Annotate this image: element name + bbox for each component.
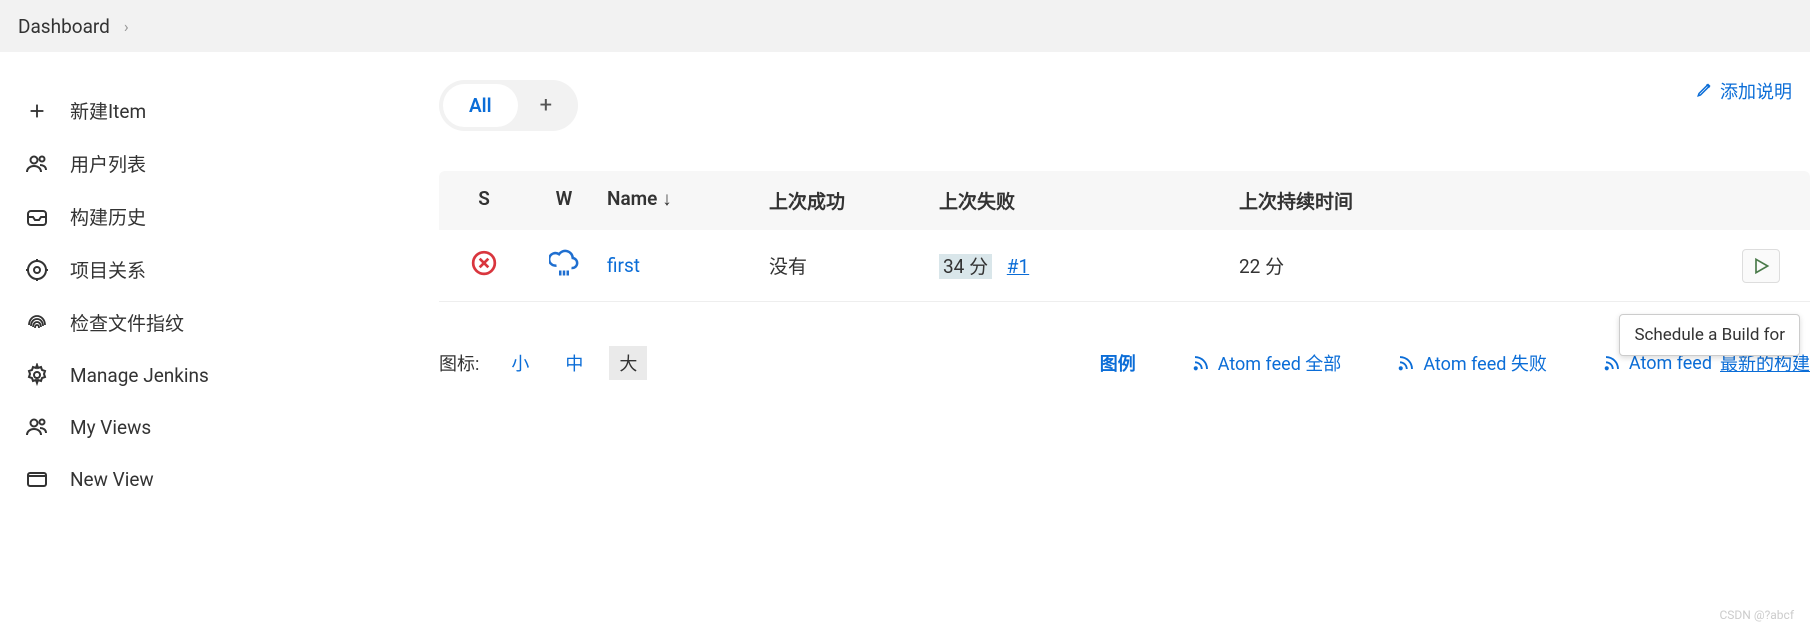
rss-icon [1603,354,1621,372]
add-description-link[interactable]: 添加说明 [1696,78,1792,104]
failed-icon [471,258,497,281]
watermark: CSDN @?abcf [1719,608,1794,622]
fingerprint-icon [24,310,50,336]
sidebar-item-history[interactable]: 构建历史 [0,190,415,243]
sidebar: 新建Item 用户列表 构建历史 项目关系 检查文件指纹 Manage Jenk… [0,52,415,632]
th-status[interactable]: S [439,187,529,214]
job-link[interactable]: first [607,254,640,277]
sidebar-item-new[interactable]: 新建Item [0,84,415,137]
folder-icon [24,466,50,492]
sidebar-item-people[interactable]: 用户列表 [0,137,415,190]
th-last-duration[interactable]: 上次持续时间 [1239,187,1479,214]
rain-icon [549,260,579,283]
sidebar-item-fingerprint[interactable]: 检查文件指纹 [0,296,415,349]
legend-link[interactable]: 图例 [1100,350,1136,376]
target-icon [24,257,50,283]
th-name[interactable]: Name ↓ [599,187,769,214]
tooltip: Schedule a Build for [1619,314,1800,356]
breadcrumb[interactable]: Dashboard › [0,0,1810,52]
inbox-icon [24,204,50,230]
size-medium[interactable]: 中 [555,346,593,380]
atom-feed-all[interactable]: Atom feed 全部 [1192,350,1342,376]
last-duration-cell: 22 分 [1239,252,1479,279]
sidebar-item-label: 新建Item [70,97,146,124]
sidebar-item-label: New View [70,468,154,491]
th-weather[interactable]: W [529,187,599,214]
people-icon [24,414,50,440]
rss-icon [1192,354,1210,372]
chevron-right-icon: › [124,17,129,36]
sidebar-item-label: 用户列表 [70,150,146,177]
size-large[interactable]: 大 [609,346,647,380]
sidebar-item-label: 构建历史 [70,203,146,230]
weather-cell [529,248,599,283]
pencil-icon [1696,80,1714,103]
footer-row: 图标: 小 中 大 图例 Atom feed 全部 Atom feed 失败 A… [439,346,1810,380]
actions-cell [1479,249,1810,283]
th-last-success[interactable]: 上次成功 [769,187,939,214]
last-success-cell: 没有 [769,252,939,279]
add-description-label: 添加说明 [1720,78,1792,104]
sidebar-item-label: Manage Jenkins [70,364,209,387]
breadcrumb-title[interactable]: Dashboard [18,15,110,38]
failure-time: 34 分 [939,254,992,279]
jobs-table: S W Name ↓ 上次成功 上次失败 上次持续时间 first 没有 34 … [439,171,1810,302]
gear-icon [24,362,50,388]
tab-add[interactable]: + [518,85,574,126]
sidebar-item-relationship[interactable]: 项目关系 [0,243,415,296]
tab-all[interactable]: All [443,84,518,127]
sidebar-item-manage[interactable]: Manage Jenkins [0,349,415,401]
table-header: S W Name ↓ 上次成功 上次失败 上次持续时间 [439,171,1810,230]
table-row: first 没有 34 分 #1 22 分 [439,230,1810,302]
last-failure-cell: 34 分 #1 [939,252,1239,279]
th-last-failure[interactable]: 上次失败 [939,187,1239,214]
sidebar-item-label: My Views [70,416,151,439]
build-link[interactable]: #1 [1007,255,1029,278]
sidebar-item-newview[interactable]: New View [0,453,415,505]
sidebar-item-myviews[interactable]: My Views [0,401,415,453]
view-tabs: All + [439,80,578,131]
icon-size-label: 图标: [439,350,479,376]
schedule-build-button[interactable] [1742,249,1780,283]
layout: 新建Item 用户列表 构建历史 项目关系 检查文件指纹 Manage Jenk… [0,52,1810,632]
atom-feed-failures[interactable]: Atom feed 失败 [1397,350,1547,376]
people-icon [24,151,50,177]
size-small[interactable]: 小 [501,346,539,380]
plus-icon [24,98,50,124]
name-cell: first [599,254,769,277]
sidebar-item-label: 检查文件指纹 [70,309,184,336]
status-cell [439,250,529,281]
rss-icon [1397,354,1415,372]
main-content: 添加说明 All + S W Name ↓ 上次成功 上次失败 上次持续时间 [415,52,1810,632]
sidebar-item-label: 项目关系 [70,256,146,283]
